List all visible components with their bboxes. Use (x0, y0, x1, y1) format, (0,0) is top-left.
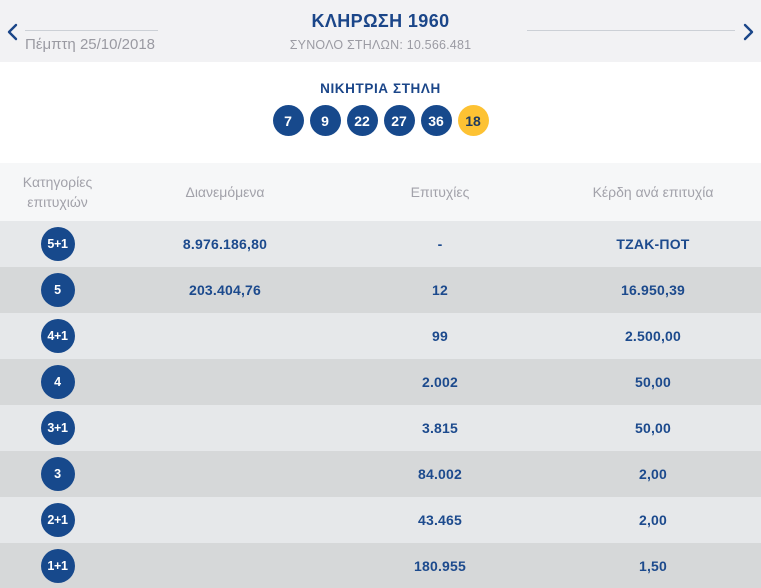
winning-number-ball: 27 (383, 105, 415, 136)
total-columns-label: ΣΥΝΟΛΟ ΣΤΗΛΩΝ: (289, 38, 403, 52)
cell-prize: 50,00 (634, 420, 672, 436)
winning-number-ball: 22 (346, 105, 378, 136)
draw-header: Πέμπτη 25/10/2018 ΚΛΗΡΩΣΗ 1960 ΣΥΝΟΛΟ ΣΤ… (0, 0, 761, 62)
total-columns: ΣΥΝΟΛΟ ΣΤΗΛΩΝ: 10.566.481 (0, 38, 761, 52)
cell-winners: 12 (432, 282, 448, 298)
cell-winners: 180.955 (413, 558, 466, 574)
cell-prize: 16.950,39 (620, 282, 686, 298)
category-badge: 1+1 (40, 549, 75, 583)
category-badge: 4+1 (40, 319, 75, 353)
results-rows: 5+1 8.976.186,80 - ΤΖΑΚ-ΠΟΤ 5 203.404,76 12 16.… (0, 221, 761, 588)
cell-category: 3 (0, 457, 115, 491)
cell-winners: 43.465 (417, 512, 463, 528)
joker-number-ball: 18 (457, 105, 489, 136)
column-header-categories: Κατηγορίες επιτυχιών (22, 173, 93, 210)
cell-category: 4+1 (0, 319, 115, 353)
cell-category: 5+1 (0, 227, 115, 261)
cell-prize: 2,00 (638, 512, 668, 528)
cell-winners: 2.002 (421, 374, 459, 390)
category-badge: 3 (40, 457, 75, 491)
cell-winners: 84.002 (417, 466, 463, 482)
results-table-header: Κατηγορίες επιτυχιών Διανεμόμενα Επιτυχί… (0, 163, 761, 221)
category-badge: 2+1 (40, 503, 75, 537)
winning-numbers: 7 9 22 27 36 18 (0, 105, 761, 136)
table-row: 4 2.002 50,00 (0, 359, 761, 405)
column-header-prize: Κέρδη ανά επιτυχία (592, 183, 714, 200)
cell-prize: 2,00 (638, 466, 668, 482)
table-row: 2+1 43.465 2,00 (0, 497, 761, 543)
cell-prize: ΤΖΑΚ-ΠΟΤ (616, 236, 690, 252)
winning-column-title: ΝΙΚΗΤΡΙΑ ΣΤΗΛΗ (320, 81, 441, 96)
winning-number-ball: 9 (309, 105, 341, 136)
draw-results-page: Πέμπτη 25/10/2018 ΚΛΗΡΩΣΗ 1960 ΣΥΝΟΛΟ ΣΤ… (0, 0, 761, 588)
category-badge: 5+1 (40, 227, 75, 261)
table-row: 3+1 3.815 50,00 (0, 405, 761, 451)
chevron-right-icon (743, 23, 755, 41)
next-draw-area (527, 30, 735, 31)
cell-winners: 99 (432, 328, 448, 344)
cell-prize: 1,50 (638, 558, 668, 574)
cell-prize: 2.500,00 (624, 328, 682, 344)
table-row: 5+1 8.976.186,80 - ΤΖΑΚ-ΠΟΤ (0, 221, 761, 267)
draw-heading: ΚΛΗΡΩΣΗ 1960 ΣΥΝΟΛΟ ΣΤΗΛΩΝ: 10.566.481 (0, 11, 761, 52)
cell-prize: 50,00 (634, 374, 672, 390)
cell-category: 1+1 (0, 549, 115, 583)
column-header-distributed: Διανεμόμενα (185, 183, 265, 200)
table-row: 5 203.404,76 12 16.950,39 (0, 267, 761, 313)
cell-category: 3+1 (0, 411, 115, 445)
winning-column-section: ΝΙΚΗΤΡΙΑ ΣΤΗΛΗ 7 9 22 27 36 18 (0, 62, 761, 163)
column-header-winners: Επιτυχίες (410, 183, 470, 200)
category-badge: 4 (40, 365, 75, 399)
cell-distributed: 203.404,76 (188, 282, 262, 298)
total-columns-value: 10.566.481 (406, 38, 472, 52)
right-divider (527, 30, 735, 31)
results-table: Κατηγορίες επιτυχιών Διανεμόμενα Επιτυχί… (0, 163, 761, 588)
cell-winners: - (437, 236, 443, 252)
next-draw-button[interactable] (739, 22, 759, 42)
draw-title: ΚΛΗΡΩΣΗ 1960 (311, 11, 450, 31)
winning-number-ball: 36 (420, 105, 452, 136)
winning-number-ball: 7 (272, 105, 304, 136)
category-badge: 5 (40, 273, 75, 307)
cell-winners: 3.815 (421, 420, 459, 436)
table-row: 4+1 99 2.500,00 (0, 313, 761, 359)
table-row: 1+1 180.955 1,50 (0, 543, 761, 588)
cell-category: 2+1 (0, 503, 115, 537)
category-badge: 3+1 (40, 411, 75, 445)
table-row: 3 84.002 2,00 (0, 451, 761, 497)
cell-category: 4 (0, 365, 115, 399)
cell-distributed: 8.976.186,80 (182, 236, 268, 252)
cell-category: 5 (0, 273, 115, 307)
